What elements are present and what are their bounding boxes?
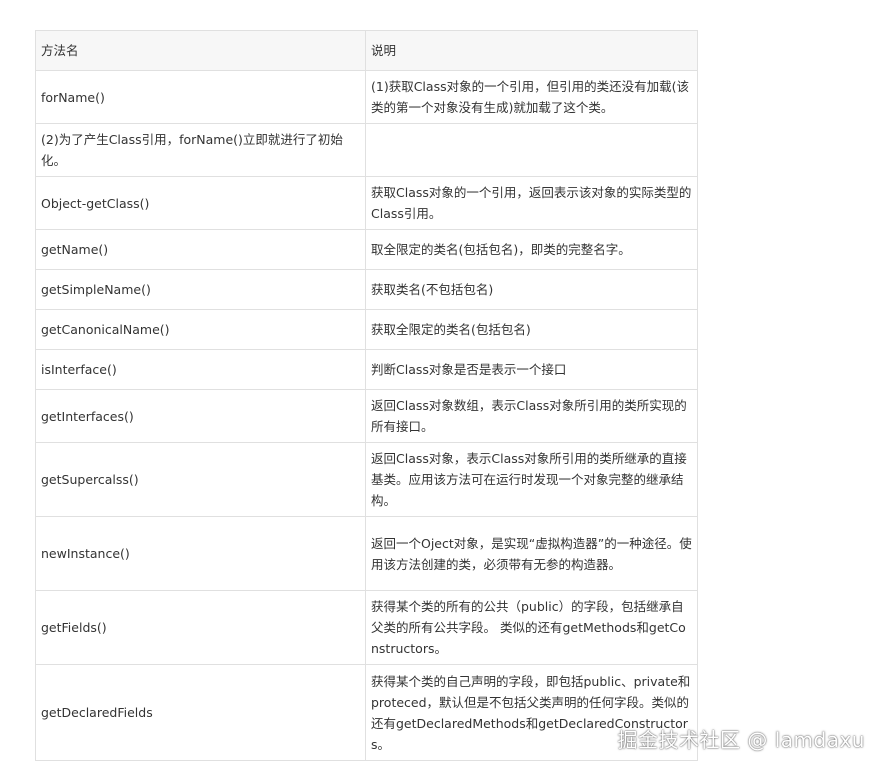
method-cell: getDeclaredFields — [35, 664, 366, 761]
table-row: getDeclaredFields 获得某个类的自己声明的字段，即包括publi… — [35, 664, 698, 761]
method-cell: forName() — [35, 70, 366, 124]
method-cell: Object-getClass() — [35, 176, 366, 230]
method-cell: getSimpleName() — [35, 269, 366, 310]
table-row: getInterfaces() 返回Class对象数组，表示Class对象所引用… — [35, 389, 698, 443]
description-cell: 获取Class对象的一个引用，返回表示该对象的实际类型的Class引用。 — [365, 176, 698, 230]
description-cell: 获取类名(不包括包名) — [365, 269, 698, 310]
description-cell: 获得某个类的所有的公共（public）的字段，包括继承自父类的所有公共字段。 类… — [365, 590, 698, 665]
method-cell: getFields() — [35, 590, 366, 665]
method-table: 方法名 说明 forName() (1)获取Class对象的一个引用，但引用的类… — [35, 30, 698, 761]
method-cell: getCanonicalName() — [35, 309, 366, 350]
table-row: getSupercalss() 返回Class对象，表示Class对象所引用的类… — [35, 442, 698, 517]
description-cell: 判断Class对象是否是表示一个接口 — [365, 349, 698, 390]
description-cell: (1)获取Class对象的一个引用，但引用的类还没有加载(该类的第一个对象没有生… — [365, 70, 698, 124]
method-cell: getName() — [35, 229, 366, 270]
description-cell: 获取全限定的类名(包括包名) — [365, 309, 698, 350]
method-cell: getInterfaces() — [35, 389, 366, 443]
table-row: isInterface() 判断Class对象是否是表示一个接口 — [35, 349, 698, 390]
method-cell: (2)为了产生Class引用，forName()立即就进行了初始化。 — [35, 123, 366, 177]
method-cell: getSupercalss() — [35, 442, 366, 517]
watermark: 掘金技术社区 @ lamdaxu — [617, 728, 865, 752]
table-header-row: 方法名 说明 — [35, 30, 698, 71]
description-cell: 返回Class对象，表示Class对象所引用的类所继承的直接基类。应用该方法可在… — [365, 442, 698, 517]
description-cell: 返回Class对象数组，表示Class对象所引用的类所实现的所有接口。 — [365, 389, 698, 443]
table-row: newInstance() 返回一个Oject对象，是实现“虚拟构造器”的一种途… — [35, 516, 698, 591]
description-cell: 取全限定的类名(包括包名)，即类的完整名字。 — [365, 229, 698, 270]
table-row: getCanonicalName() 获取全限定的类名(包括包名) — [35, 309, 698, 350]
table-row: (2)为了产生Class引用，forName()立即就进行了初始化。 — [35, 123, 698, 177]
table-row: forName() (1)获取Class对象的一个引用，但引用的类还没有加载(该… — [35, 70, 698, 124]
header-method-name: 方法名 — [35, 30, 366, 71]
table-row: getSimpleName() 获取类名(不包括包名) — [35, 269, 698, 310]
header-description: 说明 — [365, 30, 698, 71]
description-cell: 返回一个Oject对象，是实现“虚拟构造器”的一种途径。使用该方法创建的类，必须… — [365, 516, 698, 591]
table-row: getFields() 获得某个类的所有的公共（public）的字段，包括继承自… — [35, 590, 698, 665]
method-cell: newInstance() — [35, 516, 366, 591]
description-cell — [365, 123, 698, 177]
table-row: getName() 取全限定的类名(包括包名)，即类的完整名字。 — [35, 229, 698, 270]
method-cell: isInterface() — [35, 349, 366, 390]
table-row: Object-getClass() 获取Class对象的一个引用，返回表示该对象… — [35, 176, 698, 230]
